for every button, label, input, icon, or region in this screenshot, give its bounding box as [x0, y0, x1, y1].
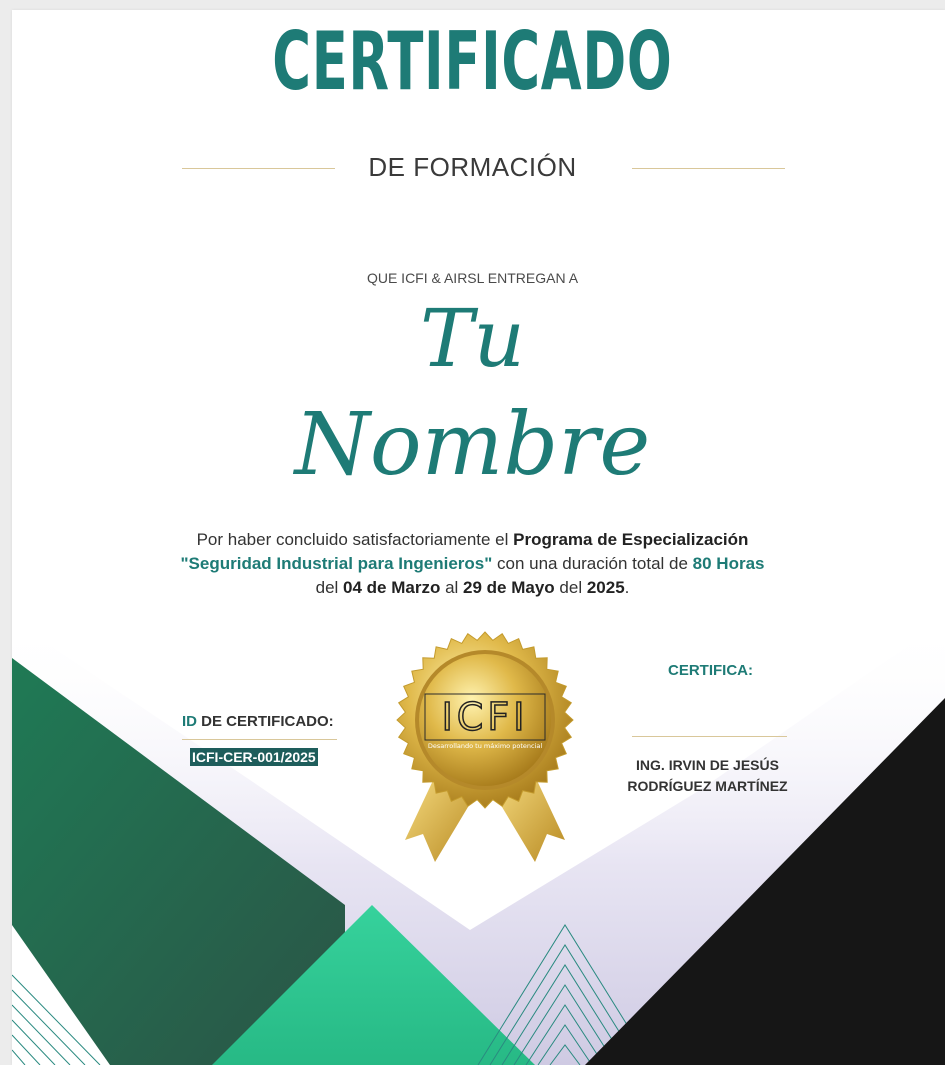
body-text-3: del: [315, 578, 344, 597]
certificate-body: Por haber concluido satisfactoriamente e…: [150, 528, 795, 600]
certificate-subtitle: DE FORMACIÓN: [368, 152, 577, 182]
program-name: "Seguridad Industrial para Ingenieros": [180, 554, 493, 573]
end-date: 29 de Mayo: [463, 578, 555, 597]
certificate-title: CERTIFICADO: [272, 15, 673, 108]
body-text-2: con una duración total de: [492, 554, 693, 573]
start-date: 04 de Marzo: [343, 578, 441, 597]
id-key: ID: [182, 713, 197, 730]
total-hours: 80 Horas: [692, 554, 765, 573]
recipient-line-2: Nombre: [294, 395, 651, 495]
certificate-id-value: ICFI-CER-001/2025: [190, 748, 318, 766]
certificate-sheet: CERTIFICADO DE FORMACIÓN QUE ICFI & AIRS…: [12, 10, 945, 1065]
year: 2025: [586, 578, 625, 597]
issuer-line: QUE ICFI & AIRSL ENTREGAN A: [366, 270, 579, 286]
seal-logo-text: ICFI: [442, 695, 529, 739]
body-text-5: del: [554, 578, 587, 597]
recipient-line-1: Tu: [420, 292, 525, 385]
body-text-6: .: [624, 578, 630, 597]
certifica-label: CERTIFICA:: [668, 662, 753, 679]
certificate-id-label: ID DE CERTIFICADO:: [182, 713, 334, 730]
signer-line-2: RODRÍGUEZ MARTÍNEZ: [627, 778, 788, 794]
id-rule: [182, 739, 337, 740]
signer-line-1: ING. IRVIN DE JESÚS: [636, 757, 779, 773]
gold-seal: ICFI Desarrollando tu máximo potencial: [396, 631, 574, 862]
id-label-rest: DE CERTIFICADO:: [197, 713, 334, 730]
signer-name: ING. IRVIN DE JESÚS RODRÍGUEZ MARTÍNEZ: [600, 755, 815, 797]
body-text-1: Por haber concluido satisfactoriamente e…: [196, 530, 514, 549]
seal-tagline: Desarrollando tu máximo potencial: [428, 742, 543, 750]
program-type: Programa de Especialización: [513, 530, 749, 549]
body-text-4: al: [440, 578, 464, 597]
signature-line: [632, 736, 787, 737]
